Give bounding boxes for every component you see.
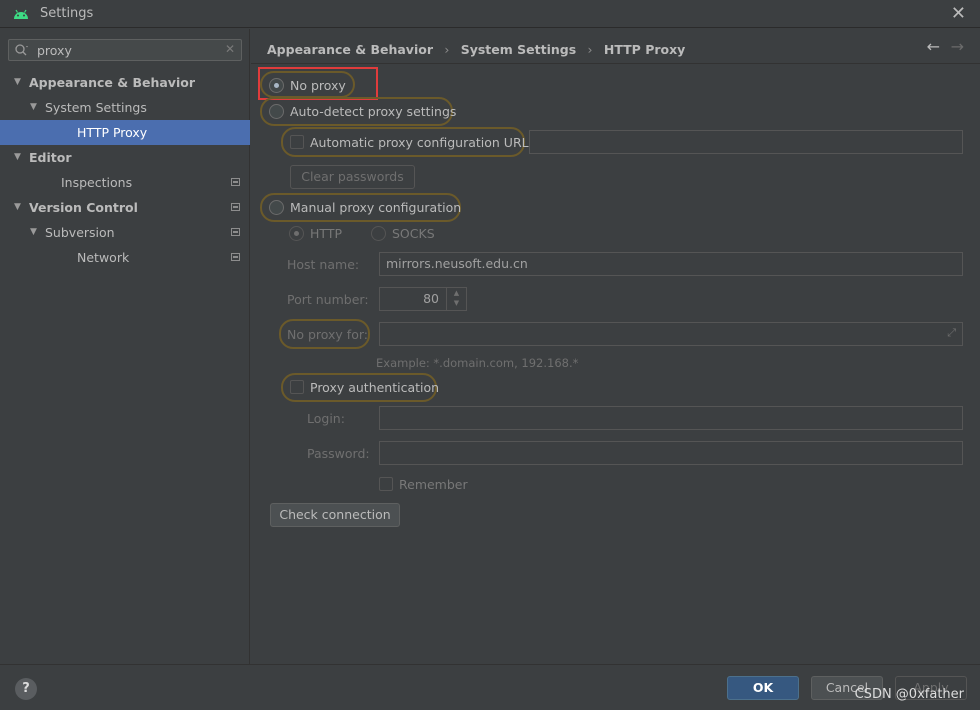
close-icon[interactable]: ✕ [951, 3, 966, 24]
settings-sidebar: ✕ ▼ Appearance & Behavior ▼ System Settings… [0, 29, 250, 664]
back-arrow-icon[interactable]: ← [927, 37, 940, 56]
search-icon [15, 44, 28, 56]
clear-passwords-button[interactable]: Clear passwords [290, 165, 415, 189]
check-connection-button[interactable]: Check connection [270, 503, 400, 527]
project-level-icon [231, 228, 240, 236]
chevron-down-icon[interactable]: ▼ [14, 70, 21, 95]
login-label: Login: [307, 411, 345, 426]
http-label: HTTP [310, 226, 342, 241]
expand-icon[interactable]: ⤢ [947, 326, 956, 340]
sidebar-item-label: HTTP Proxy [77, 125, 148, 140]
sidebar-item-version-control[interactable]: ▼ Version Control [0, 195, 250, 220]
remember-label: Remember [399, 477, 468, 492]
ok-button[interactable]: OK [727, 676, 799, 700]
breadcrumb-separator: › [444, 42, 450, 57]
host-name-value: mirrors.neusoft.edu.cn [386, 256, 528, 271]
remember-checkbox[interactable] [379, 477, 393, 491]
sidebar-item-label: Appearance & Behavior [29, 75, 195, 90]
sidebar-item-label: Network [77, 250, 130, 265]
auto-detect-radio[interactable] [269, 104, 284, 119]
settings-content: Appearance & Behavior › System Settings … [251, 29, 980, 664]
no-proxy-radio[interactable] [269, 78, 284, 93]
breadcrumb-item: System Settings [460, 42, 577, 57]
sidebar-item-label: Version Control [29, 200, 138, 215]
manual-proxy-label: Manual proxy configuration [290, 200, 462, 215]
host-name-input[interactable]: mirrors.neusoft.edu.cn [379, 252, 963, 276]
auto-config-url-input[interactable] [529, 130, 963, 154]
project-level-icon [231, 178, 240, 186]
sidebar-item-label: System Settings [45, 100, 147, 115]
no-proxy-for-label: No proxy for: [287, 327, 368, 342]
title-bar: Settings ✕ [0, 0, 980, 28]
settings-tree: ▼ Appearance & Behavior ▼ System Settings HT… [0, 70, 250, 270]
breadcrumb-item: HTTP Proxy [603, 42, 686, 57]
android-icon [14, 9, 28, 19]
search-input[interactable] [37, 42, 217, 58]
no-proxy-label: No proxy [290, 78, 346, 93]
host-name-label: Host name: [287, 257, 360, 272]
password-label: Password: [307, 446, 370, 461]
help-icon[interactable]: ? [15, 678, 37, 700]
breadcrumb-item: Appearance & Behavior [267, 42, 433, 57]
chevron-down-icon[interactable]: ▼ [14, 145, 21, 170]
proxy-auth-checkbox[interactable] [290, 380, 304, 394]
sidebar-item-system-settings[interactable]: ▼ System Settings [0, 95, 250, 120]
port-number-label: Port number: [287, 292, 369, 307]
sidebar-item-http-proxy[interactable]: HTTP Proxy [0, 120, 250, 145]
sidebar-item-inspections[interactable]: Inspections [0, 170, 250, 195]
project-level-icon [231, 203, 240, 211]
breadcrumb-bar: Appearance & Behavior › System Settings … [251, 29, 980, 64]
spinner-arrows-icon[interactable]: ▲ ▼ [446, 288, 466, 310]
socks-radio[interactable] [371, 226, 386, 241]
breadcrumb-separator: › [587, 42, 593, 57]
port-number-value: 80 [423, 291, 439, 306]
search-field[interactable]: ✕ [8, 39, 242, 61]
sidebar-item-label: Subversion [45, 225, 115, 240]
clear-search-icon[interactable]: ✕ [225, 42, 235, 56]
chevron-down-icon[interactable]: ▼ [30, 95, 37, 120]
sidebar-item-subversion[interactable]: ▼ Subversion [0, 220, 250, 245]
dialog-footer: ? OK Cancel Apply CSDN @0xfather [0, 664, 980, 710]
port-number-stepper[interactable]: 80 ▲ ▼ [379, 287, 467, 311]
proxy-auth-label: Proxy authentication [310, 380, 440, 395]
sidebar-item-label: Inspections [61, 175, 133, 190]
watermark: CSDN @0xfather [854, 687, 964, 702]
password-input[interactable] [379, 441, 963, 465]
sidebar-item-network[interactable]: Network [0, 245, 250, 270]
auto-config-url-label: Automatic proxy configuration URL: [310, 135, 533, 150]
sidebar-item-label: Editor [29, 150, 72, 165]
login-input[interactable] [379, 406, 963, 430]
project-level-icon [231, 253, 240, 261]
socks-label: SOCKS [392, 226, 435, 241]
auto-config-url-checkbox[interactable] [290, 135, 304, 149]
breadcrumb: Appearance & Behavior › System Settings … [267, 42, 685, 57]
no-proxy-for-input[interactable]: ⤢ [379, 322, 963, 346]
sidebar-item-appearance-behavior[interactable]: ▼ Appearance & Behavior [0, 70, 250, 95]
forward-arrow-icon[interactable]: → [951, 37, 964, 56]
manual-proxy-radio[interactable] [269, 200, 284, 215]
example-hint: Example: *.domain.com, 192.168.* [376, 356, 579, 370]
window-title: Settings [40, 6, 94, 21]
auto-detect-label: Auto-detect proxy settings [290, 104, 457, 119]
http-radio[interactable] [289, 226, 304, 241]
chevron-down-icon[interactable]: ▼ [14, 195, 21, 220]
chevron-down-icon[interactable]: ▼ [30, 220, 37, 245]
sidebar-item-editor[interactable]: ▼ Editor [0, 145, 250, 170]
